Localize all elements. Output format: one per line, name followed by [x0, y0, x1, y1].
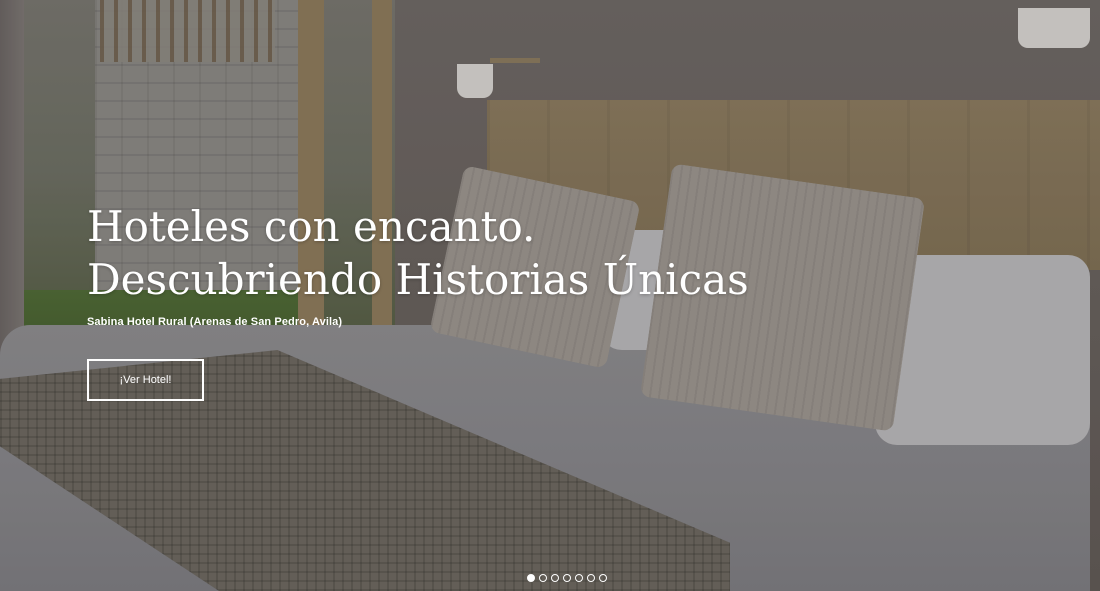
slide-subtitle: Sabina Hotel Rural (Arenas de San Pedro,…: [87, 316, 343, 328]
carousel-dot[interactable]: [599, 574, 607, 582]
slide-caption: Hoteles con encanto. Descubriendo Histor…: [87, 200, 749, 328]
carousel-dot[interactable]: [587, 574, 595, 582]
carousel-dot[interactable]: [539, 574, 547, 582]
hero-slider: Hoteles con encanto. Descubriendo Histor…: [0, 0, 1100, 591]
ver-hotel-button[interactable]: ¡Ver Hotel!: [87, 359, 204, 401]
headline-line-1: Hoteles con encanto.: [87, 202, 536, 251]
carousel-dot[interactable]: [575, 574, 583, 582]
headline-line-2: Descubriendo Historias Únicas: [87, 255, 749, 304]
carousel-pagination: [527, 574, 607, 582]
carousel-dot[interactable]: [551, 574, 559, 582]
carousel-dot[interactable]: [563, 574, 571, 582]
slide-headline: Hoteles con encanto. Descubriendo Histor…: [87, 200, 749, 306]
carousel-dot[interactable]: [527, 574, 535, 582]
